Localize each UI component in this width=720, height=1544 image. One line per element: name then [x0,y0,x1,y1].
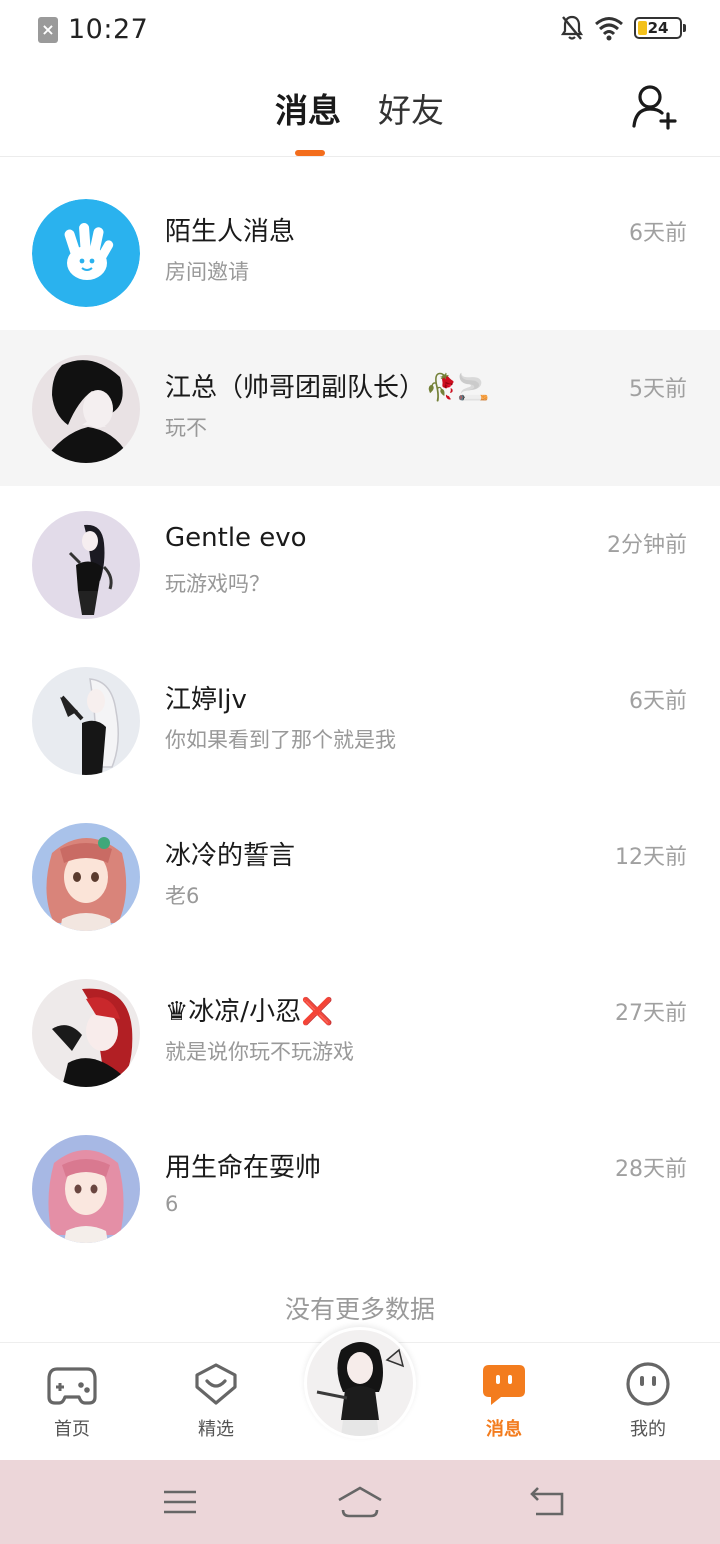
message-time: 5天前 [629,377,687,402]
system-nav-bar [0,1460,720,1544]
message-preview: 玩不 [165,416,207,440]
message-preview: 就是说你玩不玩游戏 [165,1040,354,1064]
center-avatar-button[interactable] [304,1327,416,1439]
waving-hand-icon [32,199,140,307]
contact-name: Gentle evo [165,523,307,553]
message-time: 6天前 [629,221,687,246]
message-row[interactable]: 江总（帅哥团副队长）🥀🚬 玩不 5天前 [0,330,720,486]
gamepad-icon [47,1367,97,1405]
heart-badge-icon [195,1363,237,1405]
bottom-nav: 首页 精选 消息 我的 [0,1327,720,1460]
message-time: 6天前 [629,689,687,714]
clock: 10:27 [68,14,149,45]
bell-muted-icon [560,15,584,40]
message-time: 12天前 [615,845,687,870]
message-preview: 老6 [165,884,200,908]
avatar [32,355,140,463]
no-sim-icon: × [38,16,58,43]
wifi-icon [595,17,623,41]
message-time: 2分钟前 [607,533,687,558]
tab-messages[interactable]: 消息 [275,84,341,132]
message-row[interactable]: 冰冷的誓言 老6 12天前 [0,798,720,954]
nav-label: 我的 [630,1419,666,1440]
list-end-text: 没有更多数据 [284,1295,435,1324]
contact-name: 江婷ljv [165,685,247,715]
message-row[interactable]: 用生命在耍帅 6 28天前 [0,1110,720,1266]
nav-profile[interactable]: 我的 [603,1361,693,1441]
nav-home[interactable]: 首页 [27,1361,117,1441]
message-preview: 你如果看到了那个就是我 [165,728,396,752]
avatar-strangers [32,199,140,307]
message-list: 陌生人消息 房间邀请 6天前 江总（帅哥团副队长）🥀🚬 玩不 5天前 Gentl… [0,174,720,1266]
message-time: 28天前 [615,1157,687,1182]
tab-indicator [295,150,325,156]
nav-messages[interactable]: 消息 [459,1361,549,1441]
contact-name: 用生命在耍帅 [165,1153,322,1183]
avatar [32,823,140,931]
message-preview: 玩游戏吗？ [165,572,270,596]
home-icon[interactable] [335,1484,385,1520]
battery-icon: 24 [634,17,686,39]
battery-level: 24 [647,19,669,37]
contact-name: 冰冷的誓言 [165,841,296,871]
avatar [32,511,140,619]
avatar [32,979,140,1087]
message-row[interactable]: ♛冰凉/小忍❌ 就是说你玩不玩游戏 27天前 [0,954,720,1110]
chat-bubble-icon [483,1365,525,1405]
nav-label: 首页 [54,1419,90,1440]
top-header: 消息 好友 [0,60,720,157]
nav-label: 消息 [486,1419,522,1440]
contact-name: ♛冰凉/小忍❌ [165,997,334,1027]
tab-friends[interactable]: 好友 [378,84,444,132]
message-preview: 房间邀请 [165,260,249,284]
message-row-strangers[interactable]: 陌生人消息 房间邀请 6天前 [0,174,720,330]
contact-name: 陌生人消息 [165,217,296,247]
nav-featured[interactable]: 精选 [171,1361,261,1441]
message-time: 27天前 [615,1001,687,1026]
nav-label: 精选 [198,1419,234,1440]
add-user-icon[interactable] [630,82,682,134]
status-bar: × 10:27 24 [0,0,720,60]
menu-icon[interactable] [160,1484,200,1520]
message-row[interactable]: 江婷ljv 你如果看到了那个就是我 6天前 [0,642,720,798]
avatar [32,667,140,775]
message-row[interactable]: Gentle evo 玩游戏吗？ 2分钟前 [0,486,720,642]
back-icon[interactable] [528,1484,568,1520]
avatar [32,1135,140,1243]
contact-name: 江总（帅哥团副队长）🥀🚬 [165,373,490,403]
smiley-face-icon [626,1362,670,1406]
message-preview: 6 [165,1192,179,1216]
